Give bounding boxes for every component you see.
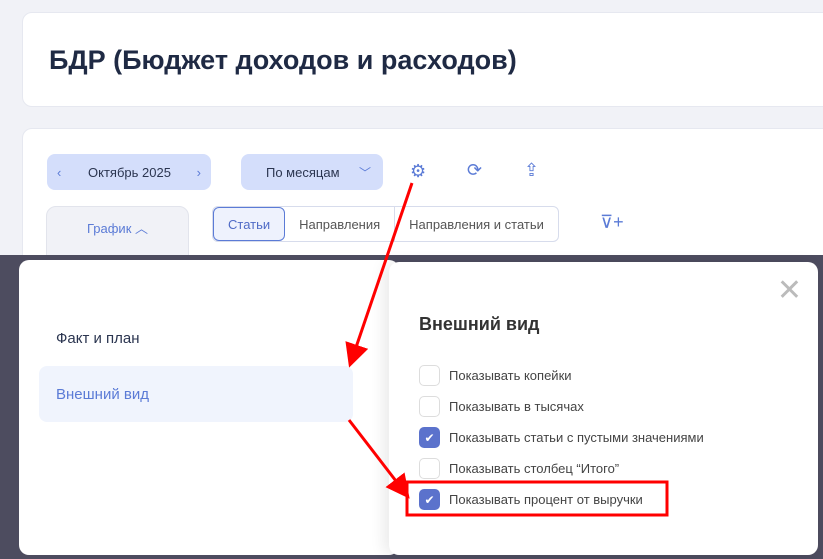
tab-directions-articles[interactable]: Направления и статьи: [395, 207, 558, 241]
grouping-select[interactable]: По месяцам ﹀: [241, 154, 383, 190]
gear-icon[interactable]: ⚙: [410, 161, 426, 182]
page-title: БДР (Бюджет доходов и расходов): [49, 45, 517, 75]
option-label: Показывать столбец “Итого”: [449, 461, 620, 476]
option-label: Показывать процент от выручки: [449, 492, 643, 507]
tab-directions[interactable]: Направления: [285, 207, 396, 241]
menu-item-fact-plan[interactable]: Факт и план: [39, 310, 353, 366]
checkbox-checked[interactable]: ✔: [419, 489, 440, 510]
checkbox-checked[interactable]: ✔: [419, 427, 440, 448]
option-label: Показывать статьи с пустыми значениями: [449, 430, 704, 445]
option-kopecks[interactable]: Показывать копейки: [419, 365, 572, 386]
option-empty-articles[interactable]: ✔ Показывать статьи с пустыми значениями: [419, 427, 704, 448]
grouping-label: По месяцам: [266, 164, 340, 180]
close-icon[interactable]: ✕: [777, 276, 802, 306]
checkbox[interactable]: [419, 396, 440, 417]
period-picker[interactable]: ‹ Октябрь 2025 ›: [47, 154, 211, 190]
menu-item-appearance[interactable]: Внешний вид: [39, 366, 353, 422]
view-tabs: Статьи Направления Направления и статьи: [212, 206, 559, 242]
settings-menu-panel: Факт и план Внешний вид: [19, 260, 399, 555]
checkbox[interactable]: [419, 458, 440, 479]
checkbox[interactable]: [419, 365, 440, 386]
filter-add-icon[interactable]: ⊽+: [600, 212, 624, 233]
chevron-down-icon: ﹀: [358, 165, 371, 180]
chevron-right-icon[interactable]: ›: [197, 165, 201, 180]
chart-toggle-label: График: [86, 221, 132, 236]
refresh-icon[interactable]: ⟳: [467, 160, 482, 181]
chevron-up-icon: ︿: [135, 221, 149, 236]
option-label: Показывать копейки: [449, 368, 572, 383]
chevron-left-icon[interactable]: ‹: [57, 165, 61, 180]
appearance-panel: ✕ Внешний вид Показывать копейки Показыв…: [389, 262, 818, 555]
header-card: БДР (Бюджет доходов и расходов): [22, 12, 823, 107]
period-label: Октябрь 2025: [88, 164, 171, 180]
option-thousands[interactable]: Показывать в тысячах: [419, 396, 584, 417]
option-revenue-percent[interactable]: ✔ Показывать процент от выручки: [419, 489, 643, 510]
tab-articles[interactable]: Статьи: [213, 207, 286, 241]
option-total-column[interactable]: Показывать столбец “Итого”: [419, 458, 619, 479]
option-label: Показывать в тысячах: [449, 399, 584, 414]
section-title: Внешний вид: [419, 314, 540, 334]
export-icon[interactable]: ⇪: [524, 160, 539, 181]
